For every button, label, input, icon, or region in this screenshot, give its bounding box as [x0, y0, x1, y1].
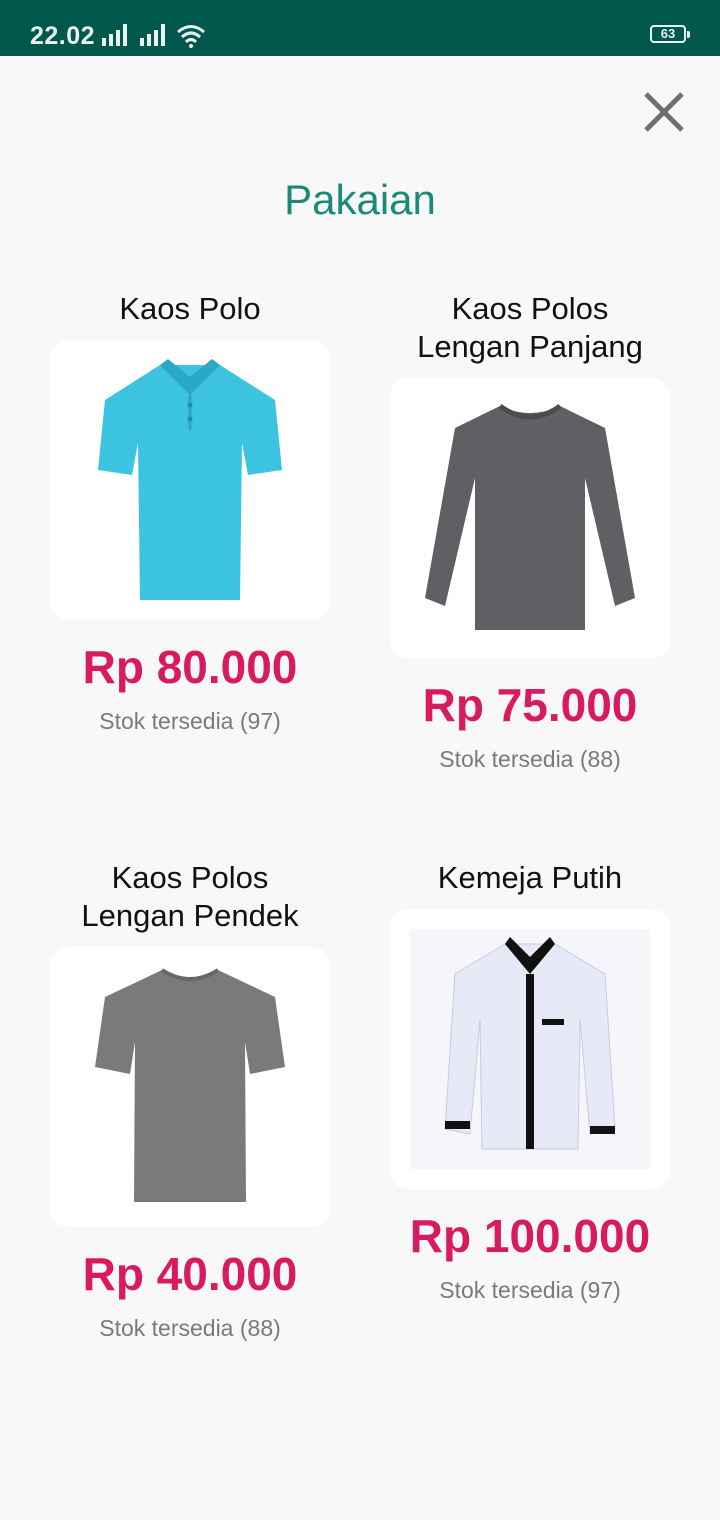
- polo-shirt-icon: [98, 359, 282, 600]
- product-name: Kemeja Putih: [437, 860, 623, 895]
- close-icon[interactable]: [640, 88, 688, 136]
- product-price: Rp 40.000: [82, 1248, 298, 1300]
- product-image: [390, 378, 670, 658]
- product-name: Kaos Polos Lengan Pendek: [81, 860, 299, 933]
- battery-icon: 63: [650, 25, 690, 43]
- product-stock: Stok tersedia (88): [439, 746, 621, 772]
- product-stock: Stok tersedia (97): [99, 708, 281, 734]
- product-card-kaos-polos-lengan-pendek[interactable]: Kaos Polos Lengan Pendek Rp 40.000 Stok …: [50, 859, 330, 1342]
- signal-icon: [140, 24, 165, 46]
- product-stock: Stok tersedia (88): [99, 1315, 281, 1341]
- long-sleeve-shirt-icon: [425, 403, 635, 630]
- product-image: [390, 909, 670, 1189]
- signal-icon: [102, 24, 127, 46]
- product-price: Rp 100.000: [409, 1210, 651, 1262]
- product-image: [50, 340, 330, 620]
- product-stock: Stok tersedia (97): [439, 1277, 621, 1303]
- short-sleeve-shirt-icon: [95, 968, 285, 1202]
- page-title: Pakaian: [284, 176, 436, 223]
- white-shirt-icon: [410, 929, 650, 1169]
- product-name: Kaos Polo: [119, 291, 261, 326]
- product-card-kaos-polos-lengan-panjang[interactable]: Kaos Polos Lengan Panjang Rp 75.000 Stok…: [390, 290, 670, 773]
- product-price: Rp 75.000: [422, 679, 638, 731]
- status-bar: 22.02 63: [0, 0, 720, 56]
- product-name: Kaos Polos Lengan Panjang: [417, 291, 643, 364]
- product-card-kaos-polo[interactable]: Kaos Polo Rp 80.000 Stok tersedia (97): [50, 290, 330, 735]
- product-card-kemeja-putih[interactable]: Kemeja Putih Rp 100.000 Stok tersedia (9…: [390, 859, 670, 1304]
- product-price: Rp 80.000: [82, 641, 298, 693]
- wifi-icon: [177, 25, 205, 48]
- product-image: [50, 947, 330, 1227]
- status-time: 22.02: [30, 22, 96, 50]
